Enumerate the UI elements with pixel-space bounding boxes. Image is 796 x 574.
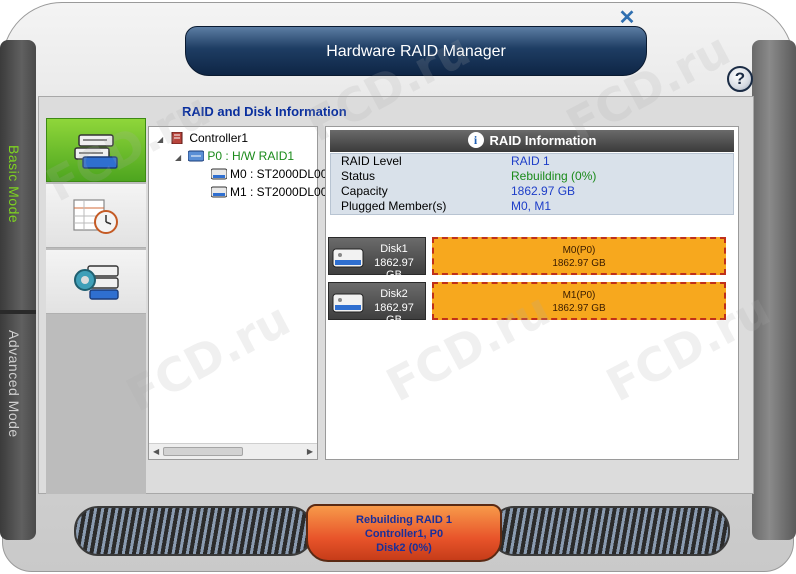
member-size: 1862.97 GB — [552, 258, 606, 269]
tree-node-raid[interactable]: ◢ P0 : H/W RAID1 — [175, 147, 294, 165]
disk-icon — [211, 186, 227, 198]
plugged-members-value: M0, M1 — [511, 199, 552, 213]
device-tree: ◢ Controller1 ◢ P0 : H/W RAID1 M0 : ST20… — [148, 126, 334, 460]
disk-member-segment[interactable]: M0(P0) 1862.97 GB — [432, 237, 726, 275]
raid-info-header: i RAID Information — [330, 130, 734, 152]
raid-volume-icon — [188, 150, 205, 162]
member-name: M0(P0) — [562, 245, 596, 256]
disk-card[interactable]: Disk1 1862.97 GB — [328, 237, 426, 281]
disk-icon — [211, 168, 227, 180]
status-value: Rebuilding (0%) — [511, 169, 597, 183]
scroll-left-icon[interactable]: ◀ — [153, 447, 159, 456]
tree-horizontal-scrollbar[interactable]: ◀ ▶ — [149, 443, 317, 459]
left-grill — [74, 506, 314, 556]
scroll-thumb[interactable] — [163, 447, 243, 456]
plugged-members-label: Plugged Member(s) — [341, 199, 447, 213]
settings-gear-icon — [74, 265, 119, 300]
tree-node-member-1[interactable]: M1 : ST2000DL003 — [211, 183, 334, 201]
hard-disk-icon — [332, 293, 364, 313]
disk-size: 1862.97 GB — [374, 257, 414, 281]
tree-label-raid: P0 : H/W RAID1 — [207, 149, 295, 163]
disk-card[interactable]: Disk2 1862.97 GB — [328, 282, 426, 326]
raid-info-table: RAID Level RAID 1 Status Rebuilding (0%)… — [330, 153, 734, 215]
hard-disk-icon — [332, 248, 364, 268]
disk-name: Disk1 — [380, 243, 408, 255]
tab-settings[interactable] — [46, 250, 146, 314]
right-frame-bar — [752, 40, 796, 540]
basic-mode-tab[interactable]: Basic Mode — [6, 145, 22, 223]
mode-switcher — [0, 40, 36, 540]
status-line-target: Controller1, P0 — [364, 528, 444, 540]
status-label: Status — [341, 169, 376, 183]
close-icon[interactable]: ✕ — [616, 8, 638, 28]
tree-label-member: M1 : ST2000DL003 — [230, 185, 335, 199]
scroll-right-icon[interactable]: ▶ — [307, 447, 313, 456]
mode-divider — [0, 310, 36, 314]
capacity-label: Capacity — [341, 184, 388, 198]
status-line-operation: Rebuilding RAID 1 — [356, 514, 452, 526]
member-name: M1(P0) — [562, 290, 596, 301]
right-grill — [490, 506, 730, 556]
raid-level-value: RAID 1 — [511, 154, 550, 168]
capacity-value: 1862.97 GB — [511, 184, 576, 198]
rebuild-status-panel: Rebuilding RAID 1 Controller1, P0 Disk2 … — [306, 504, 502, 562]
disk-name: Disk2 — [380, 288, 408, 300]
status-line-progress: Disk2 (0%) — [376, 542, 432, 554]
raid-level-label: RAID Level — [341, 154, 402, 168]
tree-label-member: M0 : ST2000DL003 — [230, 167, 335, 181]
tree-node-member-0[interactable]: M0 : ST2000DL003 — [211, 165, 334, 183]
advanced-mode-tab[interactable]: Advanced Mode — [6, 330, 22, 438]
disk-size: 1862.97 GB — [374, 302, 414, 326]
info-icon: i — [467, 132, 484, 148]
